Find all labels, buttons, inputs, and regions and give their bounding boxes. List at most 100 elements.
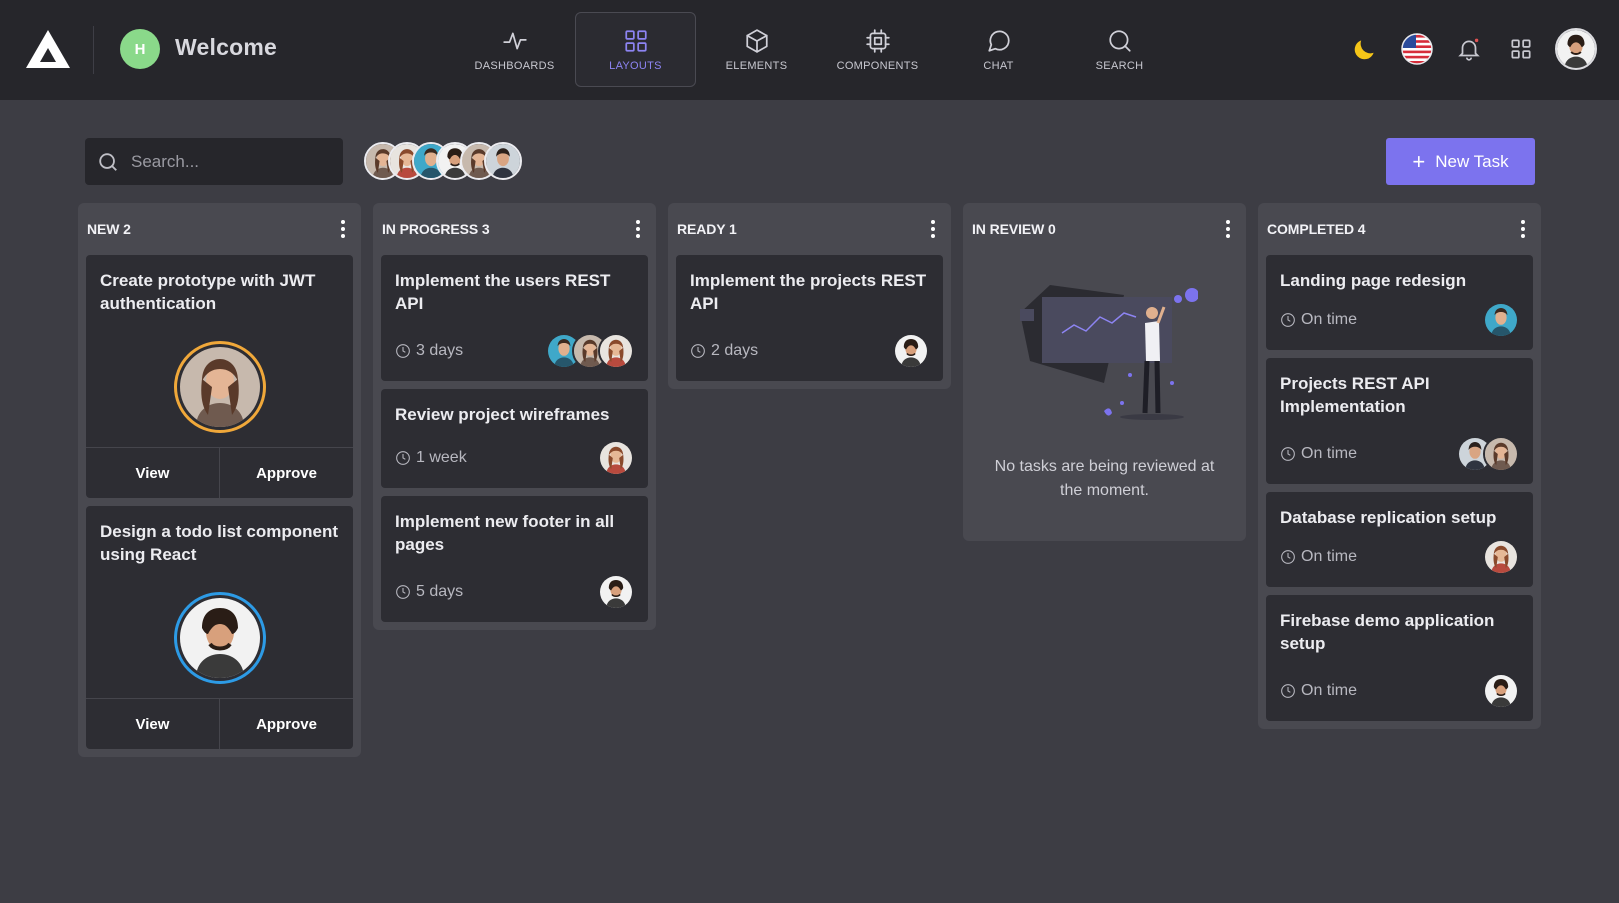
task-title: Create prototype with JWT authentication <box>100 271 316 313</box>
assignee-avatars <box>598 574 634 610</box>
nav-layouts-label: LAYOUTS <box>609 59 662 72</box>
task-search <box>85 138 343 185</box>
moon-icon <box>1354 40 1374 60</box>
column-menu-icon[interactable] <box>1220 219 1236 239</box>
task-title: Projects REST API Implementation <box>1280 374 1430 416</box>
due-info: 3 days <box>395 342 463 360</box>
due-info: On time <box>1280 548 1357 566</box>
column-new: NEW 2 Create prototype with JWT authenti… <box>78 203 361 757</box>
assignee-avatar[interactable] <box>173 341 266 433</box>
nav-dashboards[interactable]: DASHBOARDS <box>454 12 575 87</box>
nav-layouts[interactable]: LAYOUTS <box>575 12 696 87</box>
approve-button[interactable]: Approve <box>219 699 353 749</box>
column-in-progress: IN PROGRESS 3 Implement the users REST A… <box>373 203 656 630</box>
assignee-avatar[interactable] <box>598 440 634 476</box>
assignee-avatar[interactable] <box>1483 539 1519 575</box>
apps-button[interactable] <box>1495 27 1547 71</box>
column-menu-icon[interactable] <box>925 219 941 239</box>
nav-search-label: SEARCH <box>1095 59 1144 72</box>
user-initial-avatar[interactable]: H <box>120 29 160 69</box>
assignee-avatar[interactable] <box>173 592 266 684</box>
due-label: On time <box>1301 548 1358 565</box>
task-card[interactable]: Review project wireframes 1 week <box>381 389 648 488</box>
grid-icon <box>624 29 647 52</box>
column-menu-icon[interactable] <box>335 219 351 239</box>
due-label: 1 week <box>416 449 467 466</box>
column-in-review: IN REVIEW 0 No tasks are being reviewed … <box>963 203 1246 541</box>
team-member-avatar[interactable] <box>484 142 522 180</box>
task-title: Implement the users REST API <box>395 271 611 313</box>
due-label: 5 days <box>416 583 464 600</box>
profile-avatar[interactable] <box>1555 28 1597 70</box>
language-selector[interactable] <box>1391 27 1443 71</box>
assignee-avatar[interactable] <box>1483 436 1519 472</box>
assignee-avatars <box>1457 436 1519 472</box>
clock-icon <box>396 451 410 465</box>
task-card[interactable]: Implement the projects REST API 2 days <box>676 255 943 381</box>
search-input[interactable] <box>131 151 331 172</box>
assignee-avatars <box>1483 673 1519 709</box>
due-label: 2 days <box>711 342 759 359</box>
task-card[interactable]: Database replication setup On time <box>1266 492 1533 587</box>
new-task-label: New Task <box>1435 151 1509 171</box>
assignee-avatars <box>1483 539 1519 575</box>
box-icon <box>745 28 768 53</box>
clock-icon <box>396 585 410 599</box>
nav-chat[interactable]: CHAT <box>938 12 1059 87</box>
assignee-avatars <box>893 333 929 369</box>
assignee-avatar[interactable] <box>598 574 634 610</box>
empty-state: No tasks are being reviewed at the momen… <box>971 247 1238 533</box>
search-icon <box>1108 29 1131 52</box>
column-title: COMPLETED 4 <box>1267 221 1366 237</box>
column-completed: COMPLETED 4 Landing page redesign On tim… <box>1258 203 1541 729</box>
nav-elements[interactable]: ELEMENTS <box>696 12 817 87</box>
task-title: Implement new footer in all pages <box>395 512 615 554</box>
assignee-avatar[interactable] <box>1483 673 1519 709</box>
notifications-button[interactable] <box>1443 27 1495 71</box>
assignee-avatar[interactable] <box>598 333 634 369</box>
nav-components[interactable]: COMPONENTS <box>817 12 938 87</box>
search-icon <box>99 152 117 171</box>
column-menu-icon[interactable] <box>630 219 646 239</box>
task-card[interactable]: Projects REST API Implementation On time <box>1266 358 1533 484</box>
task-title: Database replication setup <box>1280 508 1497 527</box>
theme-toggle[interactable] <box>1339 27 1391 71</box>
us-flag-icon <box>1401 33 1433 65</box>
due-label: On time <box>1301 682 1358 699</box>
plus-icon: + <box>1412 148 1426 174</box>
assignee-avatar[interactable] <box>1483 302 1519 338</box>
view-button[interactable]: View <box>86 448 219 498</box>
empty-state-text: No tasks are being reviewed at the momen… <box>994 458 1215 499</box>
due-info: On time <box>1280 311 1357 329</box>
clock-icon <box>1281 684 1295 698</box>
nav-chat-label: CHAT <box>983 59 1014 72</box>
clock-icon <box>1281 313 1295 327</box>
due-info: On time <box>1280 682 1357 700</box>
header-divider <box>93 26 94 74</box>
column-menu-icon[interactable] <box>1515 219 1531 239</box>
presentation-illustration <box>1019 285 1198 420</box>
nav-components-label: COMPONENTS <box>836 59 919 72</box>
new-task-button[interactable]: + New Task <box>1386 138 1535 185</box>
app-logo[interactable] <box>24 28 72 72</box>
cpu-icon <box>865 28 890 53</box>
task-card[interactable]: Implement the users REST API 3 days <box>381 255 648 381</box>
header-actions <box>1339 27 1597 71</box>
nav-dashboards-label: DASHBOARDS <box>474 59 555 72</box>
bell-icon <box>1458 38 1480 61</box>
due-info: 2 days <box>690 342 758 360</box>
view-button[interactable]: View <box>86 699 219 749</box>
task-card[interactable]: Firebase demo application setup On time <box>1266 595 1533 721</box>
task-card[interactable]: Landing page redesign On time <box>1266 255 1533 350</box>
clock-icon <box>1281 447 1295 461</box>
due-info: 5 days <box>395 583 463 601</box>
apps-grid-icon <box>1511 39 1531 59</box>
task-card[interactable]: Create prototype with JWT authentication… <box>86 255 353 498</box>
task-card[interactable]: Design a todo list component using React… <box>86 506 353 749</box>
task-card[interactable]: Implement new footer in all pages 5 days <box>381 496 648 622</box>
approve-button[interactable]: Approve <box>219 448 353 498</box>
assignee-avatar[interactable] <box>893 333 929 369</box>
task-title: Implement the projects REST API <box>690 271 927 313</box>
column-title: IN REVIEW 0 <box>972 221 1056 237</box>
nav-search[interactable]: SEARCH <box>1059 12 1180 87</box>
